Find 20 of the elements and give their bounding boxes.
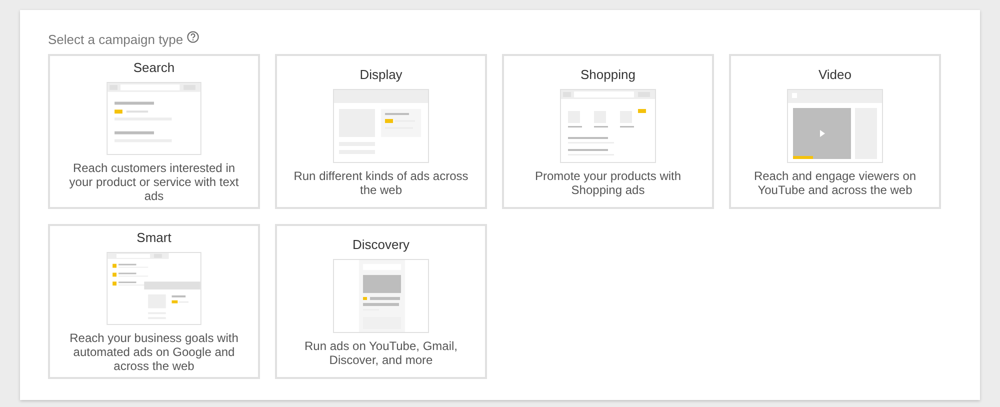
help-icon[interactable] [187, 30, 200, 42]
campaign-type-card[interactable]: Video Reach and engage viewers on YouTube and across the web [729, 54, 941, 209]
card-title: Discovery [352, 236, 410, 252]
campaign-type-card[interactable]: Shopping Promote your products with Shopping ads [502, 54, 714, 209]
campaign-type-card[interactable]: Smart Reach your business goals with automated ads on Google and across the web [48, 224, 260, 379]
card-description: Run ads on YouTube, Gmail, Discover, and more [304, 338, 458, 366]
campaign-type-card[interactable]: Search Reach customers interested in your product or service with text ads [48, 54, 260, 209]
card-description: Promote your products with Shopping ads [534, 168, 682, 196]
card-title: Display [360, 66, 402, 82]
card-description: Reach your business goals with automated ads on Google and across the web [68, 331, 240, 373]
section-heading: Select a campaign type [48, 32, 184, 46]
campaign-type-card[interactable]: Discovery Run ads on YouTube, Gmail, Discover, and more [275, 224, 487, 379]
campaign-type-card[interactable]: Display Run different kinds of ads across the web [275, 54, 487, 209]
card-description: Run different kinds of ads across the web [292, 168, 470, 196]
card-title: Video [818, 66, 852, 82]
card-title: Search [133, 60, 175, 76]
card-title: Smart [136, 230, 172, 246]
card-description: Reach customers interested in your product or service with text ads [68, 161, 240, 203]
card-title: Shopping [580, 66, 636, 82]
card-description: Reach and engage viewers on YouTube and across the web [752, 168, 918, 196]
